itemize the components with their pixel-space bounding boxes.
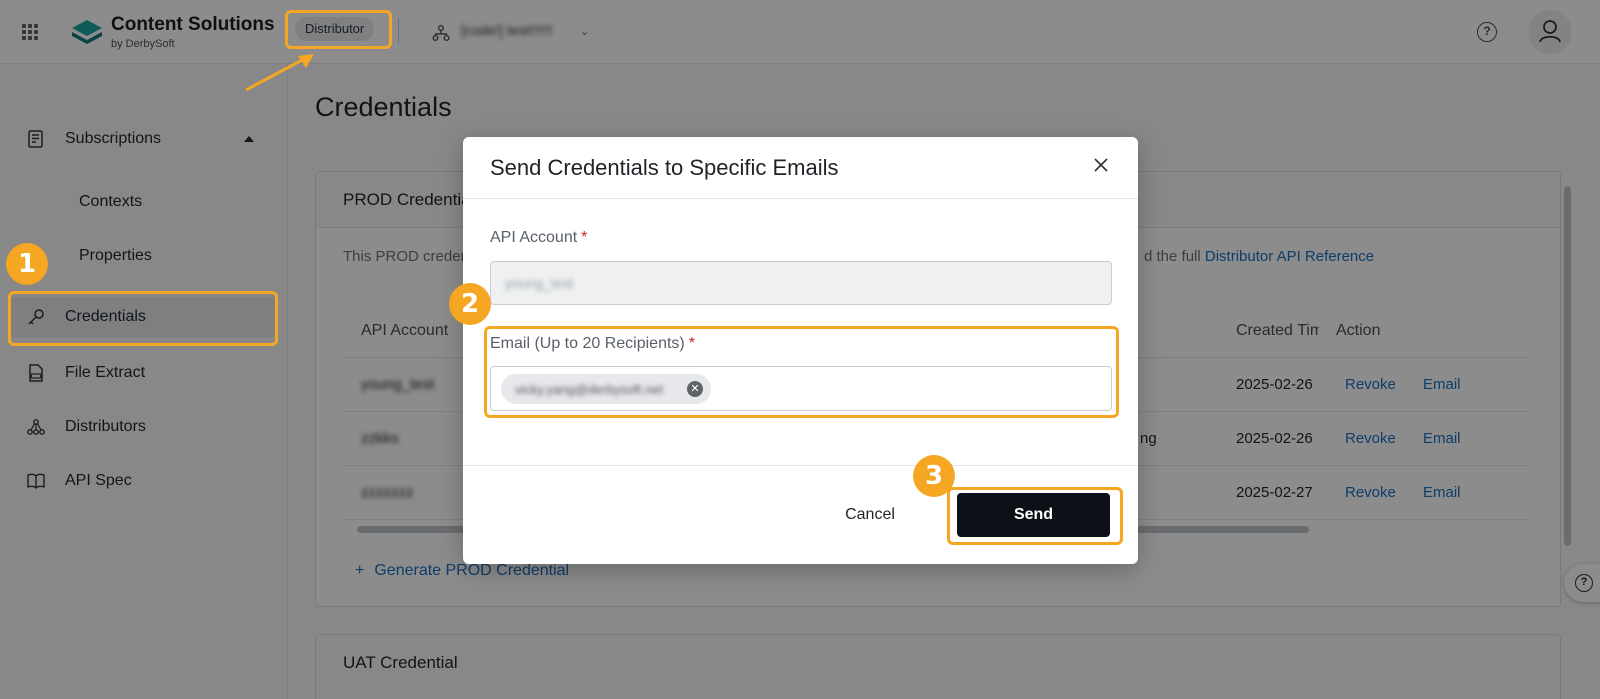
api-account-value: young_test	[505, 275, 574, 291]
highlight-email-field	[484, 326, 1119, 418]
step-badge-3: 3	[913, 455, 955, 497]
field-label-text: API Account	[490, 229, 578, 246]
api-account-field: young_test	[490, 261, 1112, 305]
highlight-send-button	[947, 487, 1123, 545]
cancel-button[interactable]: Cancel	[822, 493, 918, 537]
arrow-annotation-icon	[245, 54, 314, 92]
api-account-label: API Account *	[490, 229, 587, 247]
highlight-distributor-badge	[285, 10, 392, 49]
step-badge-2: 2	[449, 283, 491, 325]
highlight-credentials-nav	[8, 291, 278, 346]
dialog-header-divider	[463, 198, 1138, 199]
required-mark: *	[581, 229, 588, 246]
dialog-title: Send Credentials to Specific Emails	[490, 155, 839, 180]
close-icon[interactable]	[1093, 157, 1109, 173]
dialog-footer-divider	[463, 465, 1138, 466]
step-badge-1: 1	[6, 243, 48, 285]
